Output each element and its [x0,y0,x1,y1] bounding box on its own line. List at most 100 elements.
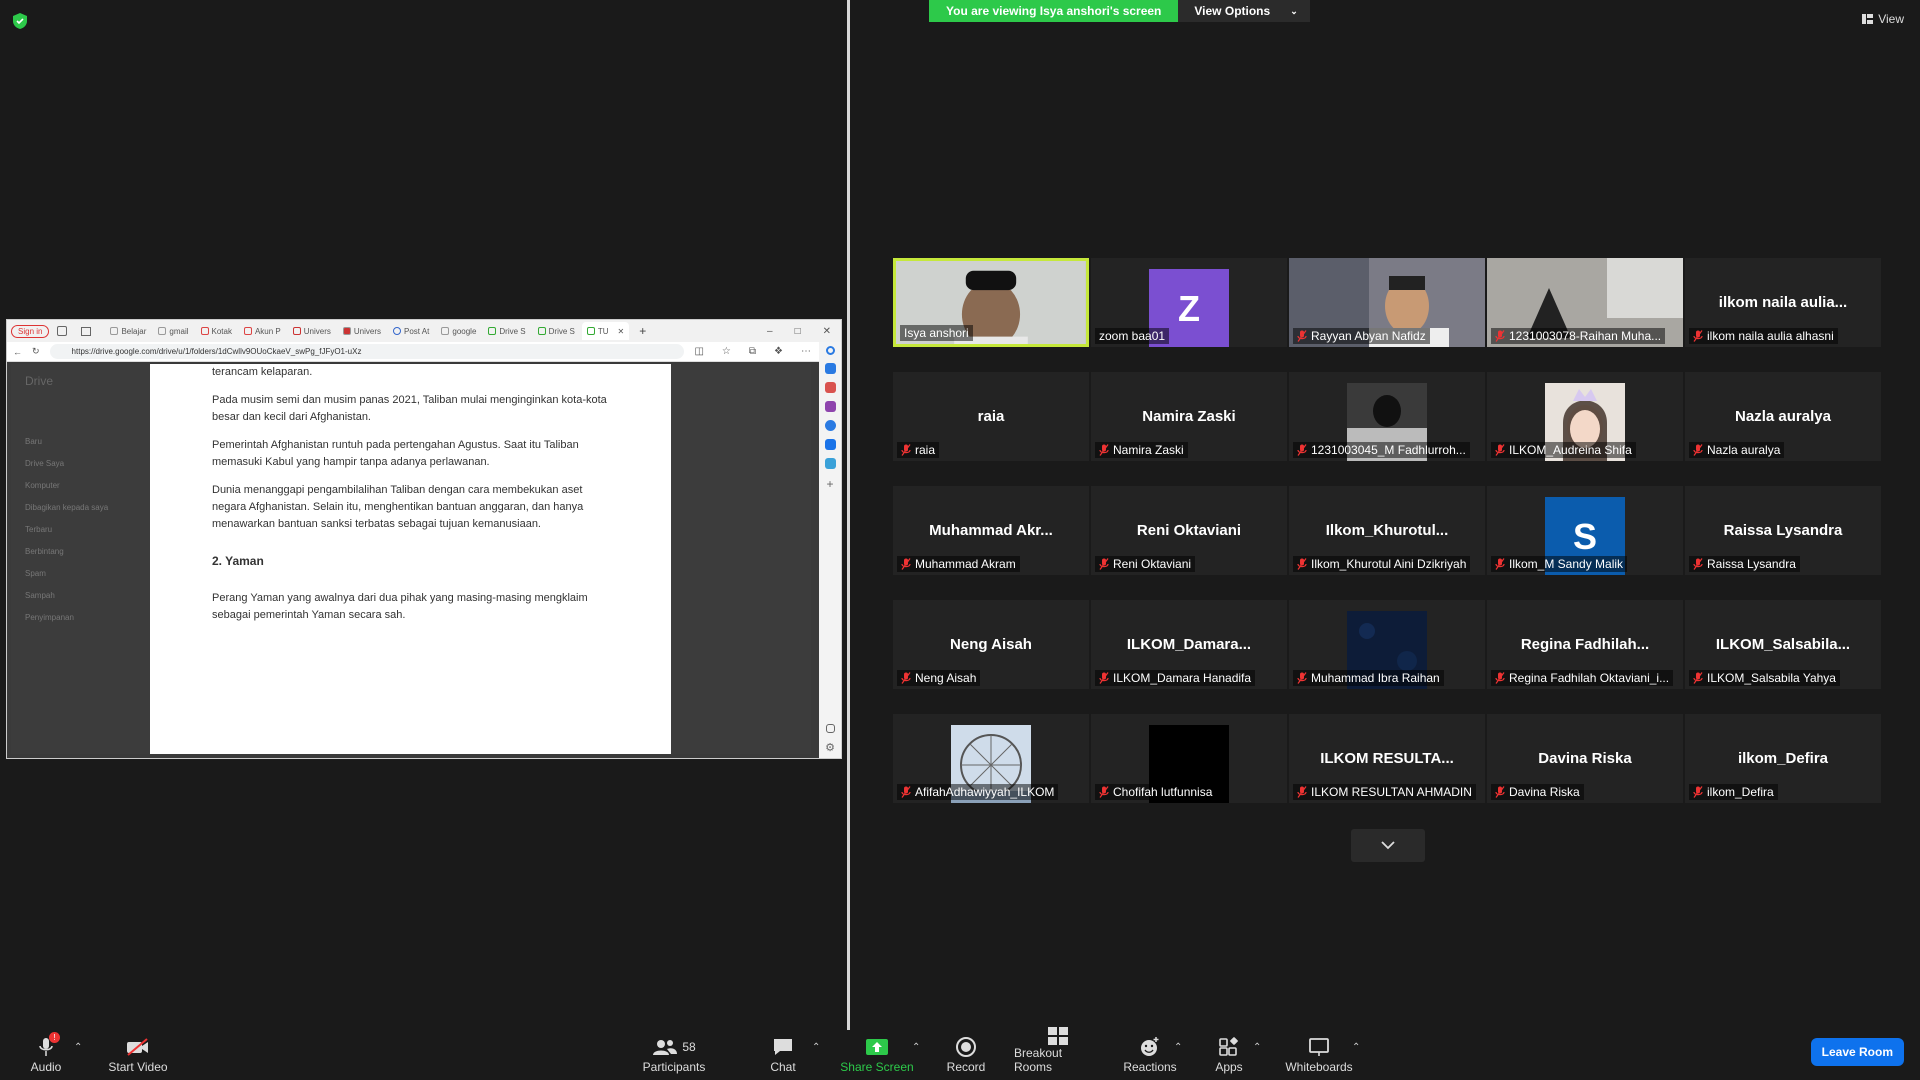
view-button[interactable]: View [1862,12,1904,26]
add-icon[interactable]: + [826,477,833,491]
share-screen-button[interactable]: Share Screen [840,1030,914,1080]
reactions-options-caret-icon[interactable]: ⌃ [1174,1042,1182,1053]
new-tab-icon[interactable]: + [639,324,646,338]
apps-options-caret-icon[interactable]: ⌃ [1253,1042,1261,1053]
shopping-icon[interactable] [824,363,836,374]
tab-actions-icon[interactable] [81,326,92,336]
audio-options-caret-icon[interactable]: ⌃ [74,1042,82,1053]
participant-tile[interactable]: Davina Riska Davina Riska [1487,714,1683,803]
participant-tile[interactable]: Reni Oktaviani Reni Oktaviani [1091,486,1287,575]
participant-tile[interactable]: Raissa Lysandra Raissa Lysandra [1685,486,1881,575]
sign-in-button[interactable]: Sign in [11,324,50,338]
participant-tile[interactable]: Zzoom baa01 [1091,258,1287,347]
drive-sidebar-item[interactable]: Penyimpanan [25,613,155,622]
chat-options-caret-icon[interactable]: ⌃ [812,1042,820,1053]
participant-tile[interactable]: Regina Fadhilah... Regina Fadhilah Oktavi… [1487,600,1683,689]
participants-button[interactable]: 58 Participants [642,1030,706,1080]
url-input[interactable]: https://drive.google.com/drive/u/1/folde… [49,344,685,359]
send-icon[interactable] [824,458,836,469]
browser-tab[interactable]: Belajar [105,322,151,340]
audio-button[interactable]: ! Audio [26,1030,66,1080]
search-icon[interactable] [825,346,835,355]
hide-sidebar-icon[interactable] [825,724,835,733]
participant-tile[interactable]: ILKOM_Audreina Shifa [1487,372,1683,461]
chat-button[interactable]: Chat [763,1030,803,1080]
outlook-icon[interactable] [824,439,836,450]
games-icon[interactable] [824,401,836,412]
tab-close-icon[interactable]: ✕ [618,327,625,336]
collections-icon[interactable]: ⧉ [749,346,756,357]
participant-tile[interactable]: Isya anshori [893,258,1089,347]
more-icon[interactable]: ⋯ [801,346,811,357]
participant-tile[interactable]: raia raia [893,372,1089,461]
participant-name: Chofifah lutfunnisa [1113,785,1213,799]
apps-button[interactable]: Apps [1209,1030,1249,1080]
participant-tile[interactable]: 1231003045_M Fadhlurroh... [1289,372,1485,461]
participant-tile[interactable]: ilkom_Defira ilkom_Defira [1685,714,1881,803]
start-video-button[interactable]: Start Video [106,1030,170,1080]
drive-sidebar-item[interactable]: Berbintang [25,547,155,556]
split-screen-icon[interactable]: ◫ [694,346,703,357]
browser-tab[interactable]: Kotak [196,322,237,340]
drive-sidebar-item[interactable]: Baru [25,437,155,446]
drive-sidebar-item[interactable]: Komputer [25,481,155,490]
drive-sidebar-item[interactable]: Drive Saya [25,459,155,468]
close-icon[interactable]: ✕ [823,326,831,337]
participant-tile[interactable]: S Ilkom_M Sandy Malik [1487,486,1683,575]
participant-tile[interactable]: ILKOM_Damara... ILKOM_Damara Hanadifa [1091,600,1287,689]
maximize-icon[interactable]: □ [795,326,801,337]
tools-icon[interactable] [824,382,836,393]
browser-tab[interactable]: google [436,322,481,340]
participant-tile[interactable]: ilkom naila aulia... ilkom naila aulia al… [1685,258,1881,347]
browser-tab-active[interactable]: TU ✕ [581,322,630,340]
audio-warning-badge: ! [49,1032,60,1043]
settings-icon[interactable]: ⚙ [825,741,835,754]
document-preview[interactable]: terancam kelaparan. Pada musim semi dan … [150,364,671,754]
back-icon[interactable]: ← [13,347,22,357]
view-options-button[interactable]: View Options ⌄ [1178,0,1310,22]
share-options-caret-icon[interactable]: ⌃ [912,1042,920,1053]
participant-tile[interactable]: ILKOM_Salsabila... ILKOM_Salsabila Yahya [1685,600,1881,689]
drive-sidebar-item[interactable]: Spam [25,569,155,578]
leave-room-button[interactable]: Leave Room [1810,1038,1904,1066]
participant-tile[interactable]: Chofifah lutfunnisa [1091,714,1287,803]
gallery-next-page-button[interactable] [1351,829,1425,862]
muted-mic-icon [1693,786,1703,798]
office-icon[interactable] [824,420,836,431]
browser-tab[interactable]: Post At [388,322,434,340]
drive-sidebar-item[interactable]: Sampah [25,591,155,600]
refresh-icon[interactable]: ↻ [32,346,40,357]
favorites-icon[interactable]: ☆ [722,346,731,357]
participant-tile[interactable]: Muhammad Akr... Muhammad Akram [893,486,1089,575]
shield-icon[interactable] [12,12,28,30]
record-button[interactable]: Record [946,1030,986,1080]
browser-tab[interactable]: Akun P [239,322,286,340]
participant-tile[interactable]: AfifahAdhawiyyah_ILKOM [893,714,1089,803]
split-divider[interactable] [847,0,850,1030]
browser-tab[interactable]: Univers [288,322,336,340]
breakout-rooms-button[interactable]: Breakout Rooms [1014,1027,1102,1080]
participant-tile[interactable]: Nazla auralya Nazla auralya [1685,372,1881,461]
drive-sidebar-item[interactable]: Terbaru [25,525,155,534]
participant-tile[interactable]: Neng Aisah Neng Aisah [893,600,1089,689]
participant-tile[interactable]: ILKOM RESULTA... ILKOM RESULTAN AHMADIN [1289,714,1485,803]
minimize-icon[interactable]: – [767,326,773,337]
whiteboards-button[interactable]: Whiteboards [1284,1030,1354,1080]
browser-tab[interactable]: Drive S [483,322,530,340]
participant-tile[interactable]: Muhammad Ibra Raihan [1289,600,1485,689]
muted-mic-icon [901,672,911,684]
shared-screen[interactable]: Sign in Belajar gmail Kotak Akun P Unive… [6,319,842,759]
browser-tab[interactable]: Drive S [533,322,580,340]
drive-sidebar-item[interactable]: Dibagikan kepada saya [25,503,155,512]
participant-tile[interactable]: 1231003078-Raihan Muha... [1487,258,1683,347]
whiteboards-options-caret-icon[interactable]: ⌃ [1352,1042,1360,1053]
participant-tile[interactable]: Namira Zaski Namira Zaski [1091,372,1287,461]
extensions-icon[interactable]: ❖ [774,346,783,357]
reactions-button[interactable]: Reactions [1122,1030,1178,1080]
workspaces-icon[interactable] [57,326,68,336]
participant-tile[interactable]: Rayyan Abyan Nafidz [1289,258,1485,347]
browser-tab[interactable]: Univers [338,322,386,340]
browser-tabbar: Sign in Belajar gmail Kotak Akun P Unive… [7,320,841,342]
participant-tile[interactable]: Ilkom_Khurotul... Ilkom_Khurotul Aini Dzi… [1289,486,1485,575]
browser-tab[interactable]: gmail [153,322,193,340]
